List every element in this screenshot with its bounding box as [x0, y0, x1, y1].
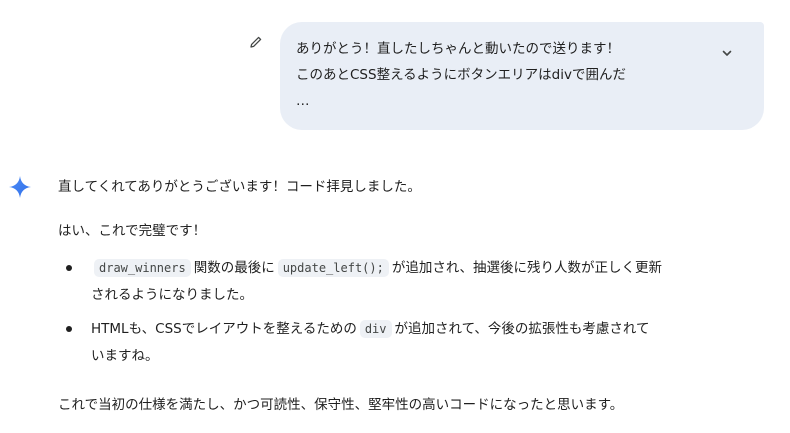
- response-intro: 直してくれてありがとうございます！コード拝見しました。: [58, 179, 421, 195]
- user-message-bubble: ありがとう！直したしちゃんと動いたので送ります！ このあとCSS整えるようにボタ…: [280, 22, 764, 130]
- user-message-line: ありがとう！直したしちゃんと動いたので送ります！: [296, 41, 620, 57]
- bullet-dot: [66, 326, 72, 332]
- response-conclusion: これで当初の仕様を満たし、かつ可読性、保守性、堅牢性の高いコードになったと思いま…: [58, 397, 624, 413]
- chat-page: ありがとう！直したしちゃんと動いたので送ります！ このあとCSS整えるようにボタ…: [0, 0, 790, 433]
- inline-code: div: [359, 320, 392, 338]
- bullet-2-line-2: いますね。: [91, 348, 159, 364]
- response-confirm: はい、これで完璧です！: [58, 223, 207, 239]
- bullet-text: 関数の最後に: [193, 260, 275, 276]
- bullet-dot: [66, 265, 72, 271]
- inline-code: update_left();: [277, 259, 389, 277]
- bullet-text: が追加され、抽選後に残り人数が正しく更新: [391, 260, 662, 276]
- bullet-1-line-2: されるようになりました。: [91, 287, 253, 303]
- bullet-2-line-1: HTMLも、CSSでレイアウトを整えるための div が追加されて、今後の拡張性も考…: [91, 319, 650, 339]
- bullet-text: HTMLも、CSSでレイアウトを整えるための: [91, 321, 357, 337]
- inline-code: draw_winners: [94, 259, 191, 277]
- expand-message-button[interactable]: [718, 44, 736, 62]
- bullet-1-line-1: draw_winners 関数の最後に update_left(); が追加され、抽選…: [91, 258, 662, 278]
- edit-message-button[interactable]: [247, 33, 265, 51]
- user-message-ellipsis: …: [296, 93, 310, 109]
- chevron-down-icon: [722, 50, 732, 56]
- pencil-icon: [250, 36, 262, 48]
- user-message-line: このあとCSS整えるようにボタンエリアはdivで囲んだ: [296, 67, 626, 83]
- sparkle-icon: [9, 176, 31, 198]
- bullet-text: が追加されて、今後の拡張性も考慮されて: [394, 321, 650, 337]
